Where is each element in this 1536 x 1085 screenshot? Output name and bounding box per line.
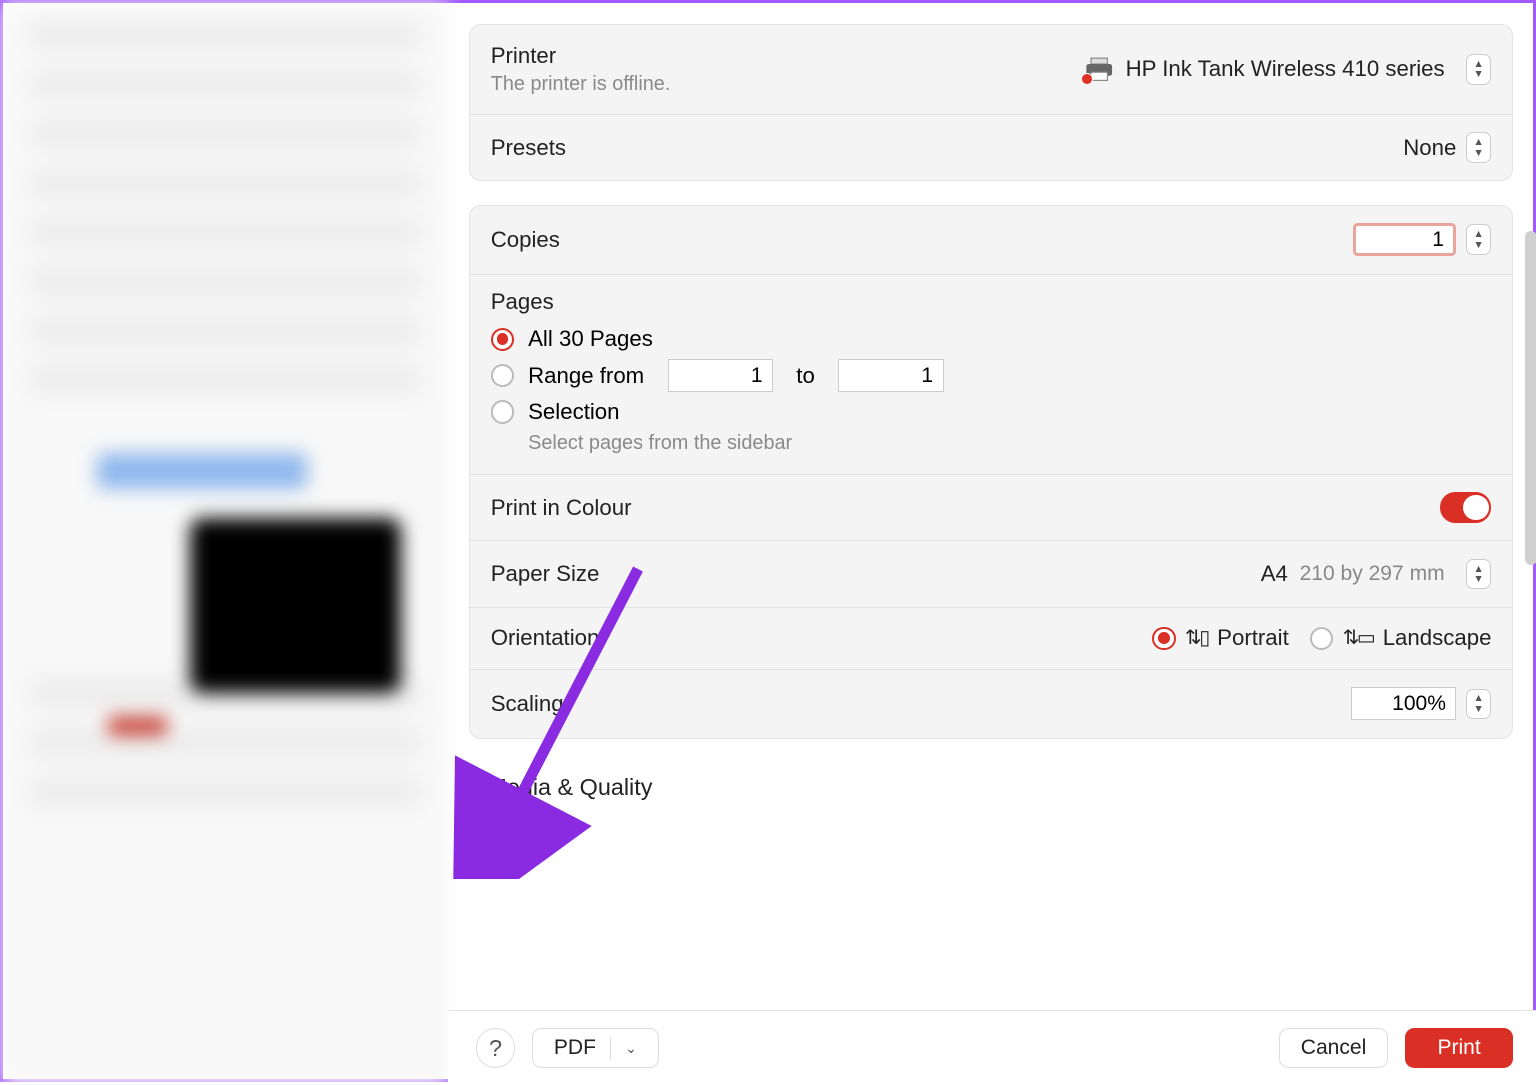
colour-row: Print in Colour [470,475,1513,542]
pages-selection-option[interactable]: Selection [491,399,1492,425]
radio-icon [491,400,514,423]
presets-stepper-icon[interactable] [1466,132,1492,162]
cancel-button[interactable]: Cancel [1279,1028,1389,1068]
range-to-input[interactable] [838,359,943,392]
media-quality-disclosure[interactable]: › Media & Quality [469,762,1514,831]
scaling-input[interactable] [1351,687,1456,720]
radio-icon [491,364,514,387]
printer-row[interactable]: Printer The printer is offline. HP Ink T… [470,25,1513,115]
dialog-footer: ? PDF ⌄ Cancel Print [448,1010,1536,1085]
colour-label: Print in Colour [491,495,632,521]
orientation-landscape[interactable]: ⇅▭ Landscape [1310,625,1492,651]
selection-label: Selection [528,399,619,425]
pdf-label: PDF [554,1036,596,1060]
orientation-portrait[interactable]: ⇅▯ Portrait [1152,625,1289,651]
colour-toggle[interactable] [1440,492,1491,522]
print-options-panel: Printer The printer is offline. HP Ink T… [448,3,1536,1085]
print-settings-card: Copies Pages All 30 Pages Range from to [469,205,1514,739]
chevron-right-icon: › [473,775,480,799]
selection-hint: Select pages from the sidebar [528,432,1491,455]
print-button[interactable]: Print [1405,1028,1514,1068]
orientation-row: Orientation ⇅▯ Portrait ⇅▭ Landscape [470,608,1513,670]
printer-name: HP Ink Tank Wireless 410 series [1126,56,1445,82]
range-to-label: to [796,363,815,389]
range-from-label: Range from [528,363,644,389]
scaling-label: Scaling [491,691,564,717]
pages-all-label: All 30 Pages [528,326,653,352]
pages-range-option[interactable]: Range from to [491,359,1492,392]
copies-input[interactable] [1353,223,1456,256]
radio-checked-icon [1152,627,1175,650]
media-quality-label: Media & Quality [487,774,652,801]
pdf-button[interactable]: PDF ⌄ [532,1028,659,1068]
paper-size-value: A4 [1261,561,1288,587]
portrait-icon: ⇅▯ [1185,626,1208,650]
presets-row[interactable]: Presets None [470,115,1513,181]
scrollbar[interactable] [1525,231,1536,564]
presets-label: Presets [491,135,566,161]
scaling-row: Scaling [470,670,1513,738]
printer-icon [1084,57,1114,83]
printer-status: The printer is offline. [491,73,671,96]
presets-value: None [1403,135,1456,161]
radio-checked-icon [491,328,514,351]
paper-size-row[interactable]: Paper Size A4 210 by 297 mm [470,541,1513,608]
copies-row: Copies [470,206,1513,275]
range-from-input[interactable] [668,359,773,392]
pages-group: Pages All 30 Pages Range from to Selecti… [470,275,1513,475]
printer-label: Printer [491,43,671,69]
copies-stepper[interactable] [1466,224,1492,254]
printer-presets-card: Printer The printer is offline. HP Ink T… [469,24,1514,181]
scaling-stepper[interactable] [1466,689,1492,719]
paper-label: Paper Size [491,561,600,587]
landscape-icon: ⇅▭ [1343,626,1374,650]
printer-stepper-icon[interactable] [1466,54,1492,84]
sidebar-preview-blurred [3,3,448,1085]
paper-stepper-icon[interactable] [1466,559,1492,589]
pages-all-option[interactable]: All 30 Pages [491,326,1492,352]
pages-label: Pages [491,289,1492,315]
copies-label: Copies [491,227,560,253]
paper-dim: 210 by 297 mm [1300,562,1445,586]
orientation-label: Orientation [491,625,600,651]
help-button[interactable]: ? [476,1028,516,1068]
landscape-label: Landscape [1383,625,1492,651]
chevron-down-icon: ⌄ [625,1040,637,1057]
portrait-label: Portrait [1217,625,1289,651]
radio-icon [1310,627,1333,650]
